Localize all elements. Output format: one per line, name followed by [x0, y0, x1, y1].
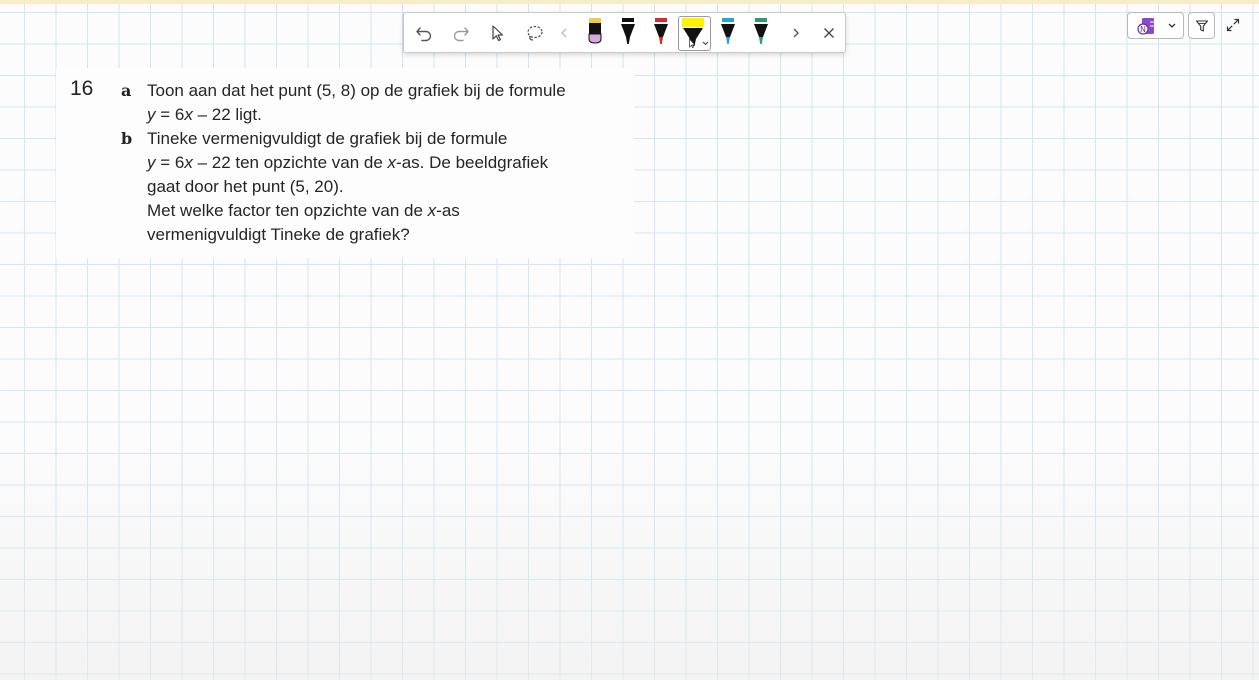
math-variable: x — [184, 153, 193, 172]
part-a-line-1: Toon aan dat het punt (5, 8) op de grafi… — [147, 81, 566, 100]
filter-button[interactable] — [1188, 12, 1215, 39]
scroll-left-button[interactable] — [554, 19, 574, 47]
part-b-line-2: y = 6x – 22 ten opzichte van de x-as. De… — [147, 153, 549, 172]
close-toolbar-button[interactable] — [815, 19, 843, 47]
redo-icon — [453, 27, 469, 42]
close-icon — [824, 28, 834, 38]
pen-icon — [654, 18, 668, 44]
part-b-line-5: vermenigvuldigt Tineke de grafiek? — [147, 225, 410, 244]
chevron-right-icon — [793, 28, 799, 38]
part-b-line-1: Tineke vermenigvuldigt de grafiek bij de… — [147, 129, 508, 148]
svg-text:N: N — [1140, 25, 1146, 34]
pen-black[interactable] — [614, 16, 642, 50]
filter-icon — [1195, 19, 1208, 32]
math-variable: x — [427, 201, 437, 220]
chevron-left-icon — [561, 28, 567, 38]
part-a-letter: a — [121, 81, 132, 100]
math-variable: x — [184, 105, 193, 124]
pen-red[interactable] — [647, 16, 675, 50]
pen-icon — [588, 18, 602, 44]
pen-blue[interactable] — [714, 16, 742, 50]
scroll-right-button[interactable] — [786, 19, 806, 47]
expand-button[interactable] — [1223, 15, 1243, 35]
math-variable: y — [147, 105, 156, 124]
pen-icon — [621, 18, 635, 44]
select-tool-button[interactable] — [483, 19, 511, 47]
math-variable: x — [387, 153, 397, 172]
ink-toolbar — [403, 12, 846, 53]
expand-icon — [1226, 18, 1240, 32]
notebook-switcher-button[interactable]: N — [1127, 12, 1184, 39]
math-variable: y — [147, 153, 156, 172]
onenote-icon: N — [1137, 18, 1154, 35]
window-top-accent — [0, 0, 1259, 4]
redo-button[interactable] — [447, 19, 475, 47]
highlighter-yellow[interactable] — [678, 16, 711, 51]
part-a-line-2: y = 6x – 22 ligt. — [147, 105, 262, 124]
chevron-down-icon — [1168, 23, 1176, 28]
part-b-letter: b — [121, 129, 133, 148]
lasso-tool-button[interactable] — [521, 19, 549, 47]
lasso-icon — [527, 25, 543, 41]
exercise-number: 16 — [70, 77, 94, 100]
undo-icon — [416, 27, 432, 42]
pen-lilac[interactable] — [581, 16, 609, 50]
select-cursor-icon — [492, 25, 504, 42]
pen-icon — [721, 18, 735, 44]
highlighter-icon — [682, 18, 709, 49]
pen-green[interactable] — [747, 16, 775, 50]
pen-icon — [754, 18, 768, 44]
part-b-line-4: Met welke factor ten opzichte van de x-a… — [147, 201, 460, 220]
undo-button[interactable] — [410, 19, 438, 47]
part-b-line-3: gaat door het punt (5, 20). — [147, 177, 344, 196]
